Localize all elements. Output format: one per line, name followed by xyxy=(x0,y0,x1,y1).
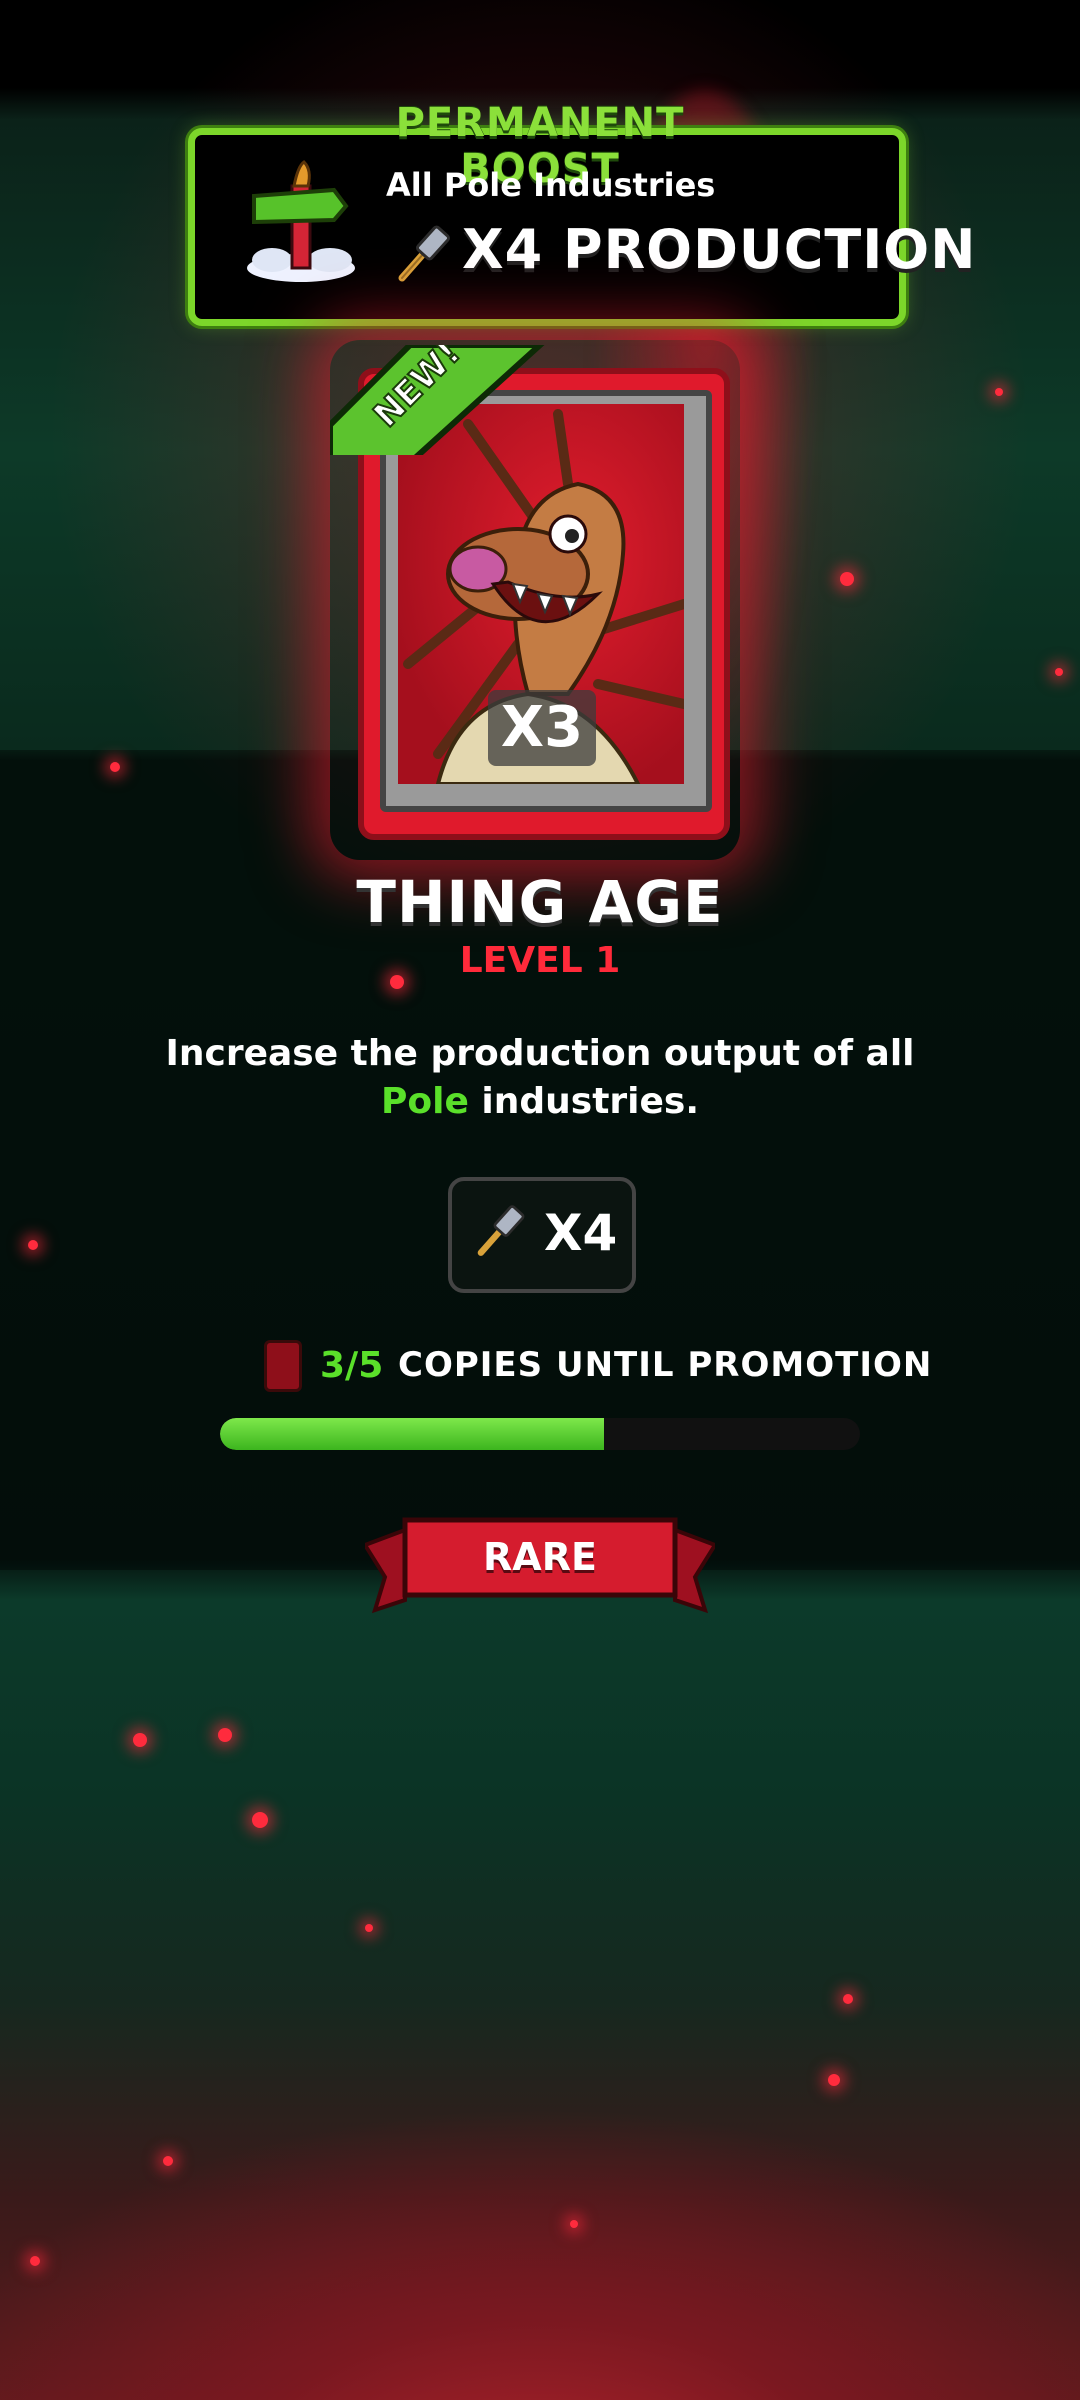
description-prefix: Increase the production output of all xyxy=(165,1033,915,1074)
description-suffix: industries. xyxy=(468,1081,700,1122)
effect-multiplier: X4 xyxy=(544,1204,618,1262)
card-description: Increase the production output of all Po… xyxy=(140,1030,940,1126)
spark xyxy=(570,2220,578,2228)
spark xyxy=(133,1733,147,1747)
spark xyxy=(110,762,120,772)
promotion-progress-bar xyxy=(220,1418,860,1450)
card-name: THING AGE xyxy=(356,868,724,936)
rarity-label: RARE xyxy=(483,1535,597,1579)
spark xyxy=(843,1994,853,2004)
spark xyxy=(840,572,854,586)
spark xyxy=(252,1812,268,1828)
spark xyxy=(365,1924,373,1932)
boost-subtitle: All Pole Industries xyxy=(386,166,716,204)
spark xyxy=(995,388,1003,396)
spark xyxy=(28,1240,38,1250)
spark xyxy=(30,2256,40,2266)
spark xyxy=(1055,668,1063,676)
boost-multiplier-label: X4 PRODUCTION xyxy=(462,218,977,281)
promotion-label: COPIES UNTIL PROMOTION xyxy=(398,1345,933,1385)
new-badge: NEW! xyxy=(330,345,545,455)
spark xyxy=(828,2074,840,2086)
spark xyxy=(218,1728,232,1742)
promotion-progress-fill xyxy=(220,1418,604,1450)
card-level: LEVEL 1 xyxy=(459,940,621,981)
promotion-count: 3/5 xyxy=(320,1345,384,1386)
spark xyxy=(163,2156,173,2166)
card-copy-icon xyxy=(264,1340,302,1392)
description-highlight: Pole xyxy=(380,1081,469,1122)
hammer-icon xyxy=(477,1205,525,1256)
card-copies-badge: X3 xyxy=(488,690,596,766)
hammer-icon xyxy=(398,225,450,282)
signpost-icon xyxy=(247,160,355,282)
